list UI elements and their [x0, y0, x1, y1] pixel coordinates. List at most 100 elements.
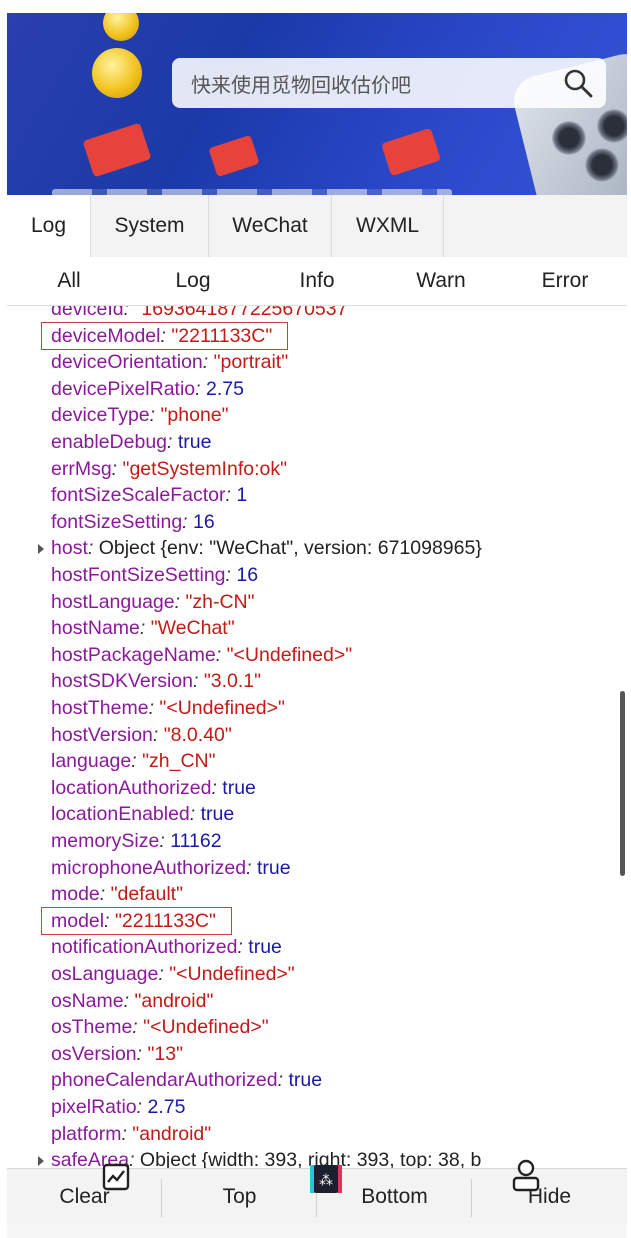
filter-info[interactable]: Info — [255, 257, 379, 305]
log-row-language: language: "zh_CN" — [51, 748, 216, 775]
log-value: true — [248, 936, 282, 959]
filter-all[interactable]: All — [7, 257, 131, 305]
log-scrollbar[interactable] — [620, 691, 625, 876]
log-key: locationEnabled — [51, 803, 190, 826]
search-icon[interactable] — [562, 67, 594, 99]
log-key: deviceOrientation — [51, 351, 203, 374]
log-key: hostName — [51, 617, 140, 640]
log-row-fontSizeScaleFactor: fontSizeScaleFactor: 1 — [51, 482, 247, 509]
log-row-osVersion: osVersion: "13" — [51, 1041, 183, 1068]
chart-icon[interactable] — [101, 1162, 131, 1192]
filter-warn[interactable]: Warn — [379, 257, 503, 305]
log-row-deviceId: deviceId: "1693641877225670537" — [51, 306, 354, 323]
log-value: Object {env: "WeChat", version: 67109896… — [98, 537, 482, 560]
log-row-hostVersion: hostVersion: "8.0.40" — [51, 722, 232, 749]
log-value: true — [177, 431, 212, 453]
log-row-enableDebug: enableDebug: true — [51, 429, 211, 456]
tab-wechat[interactable]: WeChat — [209, 195, 332, 257]
log-row-memorySize: memorySize: 11162 — [51, 828, 222, 855]
log-key: mode — [51, 883, 100, 906]
console-tabs: Log System WeChat WXML — [7, 195, 627, 258]
log-separator: : — [225, 564, 237, 586]
coin-decoration — [92, 48, 142, 98]
tab-label: Log — [30, 214, 67, 237]
hide-button[interactable]: Hide — [472, 1169, 627, 1225]
log-separator: : — [123, 306, 135, 320]
log-separator: : — [189, 803, 201, 826]
log-row-hostName: hostName: "WeChat" — [51, 615, 235, 642]
filter-label: Error — [541, 269, 589, 292]
log-level-filters: All Log Info Warn Error — [7, 257, 627, 306]
log-key: hostFontSizeSetting — [51, 564, 226, 586]
log-row-pixelRatio: pixelRatio: 2.75 — [51, 1094, 185, 1121]
log-separator: : — [277, 1069, 289, 1092]
top-button[interactable]: Top — [162, 1169, 317, 1225]
log-value: "portrait" — [213, 351, 289, 374]
log-key: deviceId — [51, 306, 124, 320]
log-separator: : — [132, 1016, 144, 1039]
log-separator: : — [158, 963, 170, 985]
bottom-safe-area — [7, 1224, 627, 1238]
log-key: osTheme — [51, 1016, 133, 1039]
log-separator: : — [237, 936, 249, 959]
app-banner: 快来使用觅物回收估价吧 — [7, 13, 627, 195]
log-row-osName: osName: "android" — [51, 988, 213, 1015]
log-value: 11162 — [170, 830, 222, 852]
tab-label: System — [114, 214, 185, 237]
log-separator: : — [148, 697, 160, 719]
log-row-osTheme: osTheme: "<Undefined>" — [51, 1014, 269, 1041]
red-envelope-decoration — [208, 134, 260, 178]
tab-wxml[interactable]: WXML — [332, 195, 444, 257]
log-row-phoneCalendarAuthorized: phoneCalendarAuthorized: true — [51, 1067, 322, 1094]
log-separator: : — [121, 1122, 133, 1145]
log-value: "<Undefined>" — [226, 643, 353, 666]
log-row-osLanguage: osLanguage: "<Undefined>" — [51, 961, 295, 988]
log-row-host[interactable]: host: Object {env: "WeChat", version: 67… — [38, 535, 482, 562]
log-key: hostVersion — [51, 723, 153, 746]
log-row-locationEnabled: locationEnabled: true — [51, 801, 234, 828]
red-envelope-decoration — [381, 127, 441, 177]
log-key: osVersion — [51, 1042, 137, 1065]
log-separator: : — [182, 510, 194, 533]
log-value: "8.0.40" — [163, 723, 232, 746]
log-key: notificationAuthorized — [51, 936, 238, 959]
log-value: "1693641877225670537" — [134, 306, 355, 320]
log-key: platform — [51, 1122, 122, 1145]
log-value: "<Undefined>" — [159, 697, 285, 719]
tab-system[interactable]: System — [91, 195, 209, 257]
log-row-hostSDKVersion: hostSDKVersion: "3.0.1" — [51, 668, 261, 695]
log-key: hostTheme — [51, 697, 149, 719]
log-value: "getSystemInfo:ok" — [122, 457, 288, 480]
tab-log[interactable]: Log — [7, 195, 91, 257]
log-key: phoneCalendarAuthorized — [51, 1069, 278, 1092]
log-row-microphoneAuthorized: microphoneAuthorized: true — [51, 855, 291, 882]
log-value: "13" — [147, 1042, 184, 1065]
log-separator: : — [215, 643, 227, 666]
log-value: "<Undefined>" — [169, 963, 295, 985]
log-separator: : — [99, 883, 111, 906]
person-icon[interactable] — [510, 1158, 542, 1194]
log-row-deviceType: deviceType: "phone" — [51, 402, 229, 429]
filter-label: Warn — [416, 269, 466, 292]
log-key: fontSizeScaleFactor — [51, 484, 226, 507]
expand-arrow-icon[interactable] — [38, 544, 44, 555]
filter-log[interactable]: Log — [131, 257, 255, 305]
log-value: "WeChat" — [150, 617, 235, 640]
log-output-panel[interactable]: deviceId: "1693641877225670537" deviceMod… — [7, 306, 627, 1168]
highlight-box — [41, 907, 232, 935]
log-key: pixelRatio — [51, 1096, 137, 1118]
app-badge-icon[interactable]: ⁂ — [310, 1164, 342, 1194]
log-row-hostFontSizeSetting: hostFontSizeSetting: 16 — [51, 562, 258, 589]
log-row-hostTheme: hostTheme: "<Undefined>" — [51, 695, 285, 722]
log-key: hostLanguage — [51, 590, 175, 613]
log-key: hostPackageName — [51, 643, 216, 666]
filter-error[interactable]: Error — [503, 257, 627, 305]
expand-arrow-icon[interactable] — [38, 1156, 44, 1167]
search-input[interactable]: 快来使用觅物回收估价吧 — [172, 58, 606, 108]
log-key: errMsg — [51, 457, 112, 480]
log-separator: : — [152, 723, 164, 746]
log-key: fontSizeSetting — [51, 510, 183, 533]
clear-button[interactable]: Clear — [7, 1169, 162, 1225]
log-separator: : — [159, 830, 171, 852]
log-value: "default" — [110, 883, 184, 906]
